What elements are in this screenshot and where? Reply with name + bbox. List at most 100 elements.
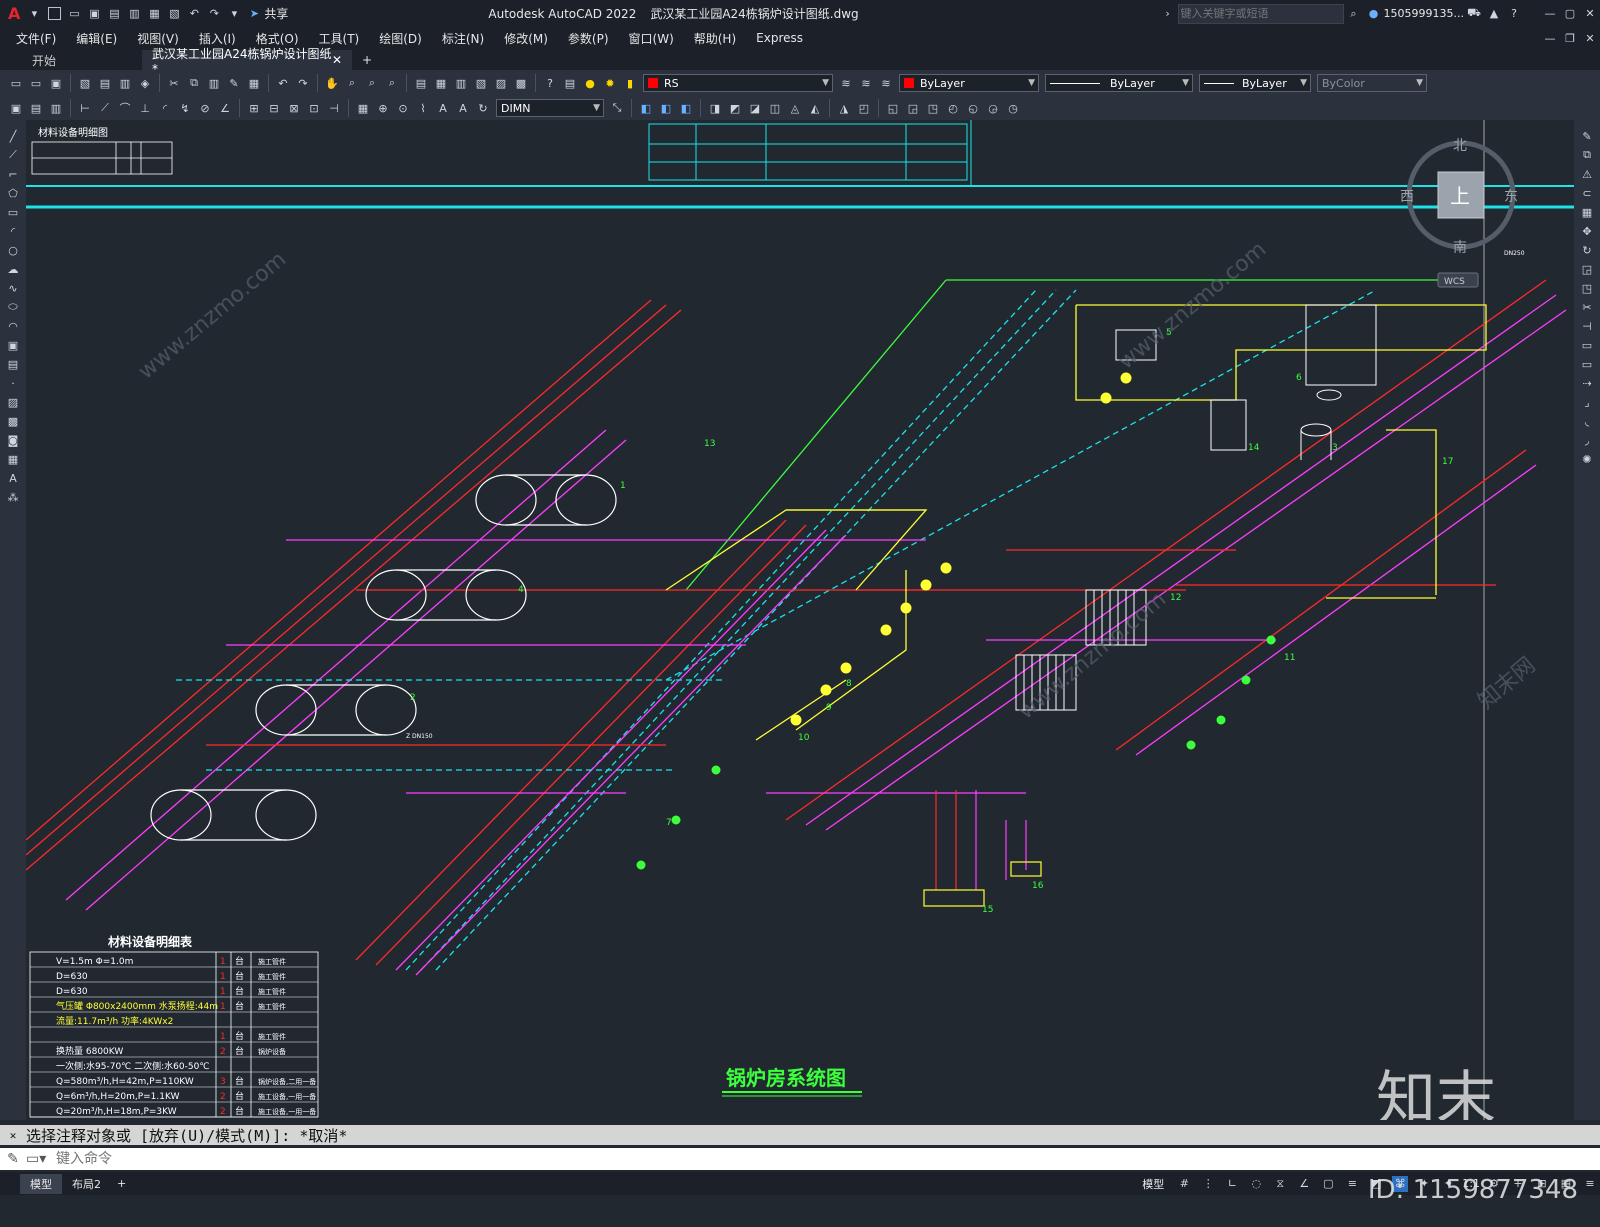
redo-icon[interactable]: ↷ bbox=[206, 6, 222, 22]
rectangle-icon[interactable]: ▭ bbox=[5, 204, 21, 220]
command-line[interactable]: ✎ ▭▾ bbox=[0, 1148, 1600, 1170]
angular-dim-icon[interactable]: ∠ bbox=[217, 100, 233, 116]
linetype-dropdown[interactable]: ByLayer ▼ bbox=[1045, 74, 1193, 92]
doc-minimize-icon[interactable]: — bbox=[1542, 30, 1558, 46]
tb2-icon-17[interactable]: ◳ bbox=[925, 100, 941, 116]
insert-block-icon[interactable]: ▣ bbox=[5, 337, 21, 353]
tab-layout2[interactable]: 布局2 bbox=[62, 1174, 111, 1194]
tb2-icon-4[interactable]: ◧ bbox=[638, 100, 654, 116]
copy-icon[interactable]: ⧉ bbox=[186, 75, 202, 91]
viewcube-east[interactable]: 东 bbox=[1504, 189, 1518, 205]
sheet-set-icon[interactable]: ▧ bbox=[473, 75, 489, 91]
tb2-icon-1[interactable]: ▣ bbox=[8, 100, 24, 116]
quick-access-chevron-icon[interactable]: ▾ bbox=[226, 6, 242, 22]
linear-dim-icon[interactable]: ⊢ bbox=[77, 100, 93, 116]
region-icon[interactable]: ◙ bbox=[5, 432, 21, 448]
line-icon[interactable]: ╱ bbox=[5, 128, 21, 144]
add-layout-button[interactable]: + bbox=[111, 1175, 132, 1192]
grid-icon[interactable]: # bbox=[1176, 1176, 1192, 1192]
user-name[interactable]: 1505999135... bbox=[1384, 7, 1464, 20]
blend-icon[interactable]: ◞ bbox=[1579, 432, 1595, 448]
autodesk-apps-icon[interactable]: ▲ bbox=[1486, 6, 1502, 22]
publish-tb-icon[interactable]: ▥ bbox=[117, 75, 133, 91]
close-icon[interactable]: ✕ bbox=[1582, 6, 1598, 22]
zoom-previous-icon[interactable]: ⌕ bbox=[384, 75, 400, 91]
ellipse-icon[interactable]: ⬭ bbox=[5, 299, 21, 315]
revcloud-icon[interactable]: ☁ bbox=[5, 261, 21, 277]
layer-dropdown[interactable]: RS ▼ bbox=[643, 74, 833, 92]
add-selected-icon[interactable]: ⁂ bbox=[5, 489, 21, 505]
properties-icon[interactable]: ▤ bbox=[413, 75, 429, 91]
diameter-dim-icon[interactable]: ⊘ bbox=[197, 100, 213, 116]
center-mark-icon[interactable]: ⊕ bbox=[375, 100, 391, 116]
break-icon[interactable]: ▭ bbox=[1579, 356, 1595, 372]
undo-tb-icon[interactable]: ↶ bbox=[275, 75, 291, 91]
open-icon[interactable]: ▭ bbox=[28, 75, 44, 91]
viewcube-top[interactable]: 上 bbox=[1450, 184, 1470, 208]
spline-icon[interactable]: ∿ bbox=[5, 280, 21, 296]
tb2-icon-16[interactable]: ◲ bbox=[905, 100, 921, 116]
array-icon[interactable]: ▦ bbox=[1579, 204, 1595, 220]
tb2-icon-10[interactable]: ◫ bbox=[767, 100, 783, 116]
osnap-icon[interactable]: ▢ bbox=[1320, 1176, 1336, 1192]
dimedit-icon[interactable]: A bbox=[435, 100, 451, 116]
save-icon[interactable]: ▣ bbox=[86, 6, 102, 22]
ortho-icon[interactable]: ∟ bbox=[1224, 1176, 1240, 1192]
open-file-icon[interactable]: ▭ bbox=[66, 6, 82, 22]
menu-draw[interactable]: 绘图(D) bbox=[369, 30, 432, 47]
point-icon[interactable]: · bbox=[5, 375, 21, 391]
polyline-icon[interactable]: ⌐ bbox=[5, 166, 21, 182]
snap-icon[interactable]: ⋮ bbox=[1200, 1176, 1216, 1192]
join-icon[interactable]: ⇢ bbox=[1579, 375, 1595, 391]
dim-break-icon[interactable]: ⊣ bbox=[326, 100, 342, 116]
qnew-icon[interactable]: ▭ bbox=[8, 75, 24, 91]
viewcube-south[interactable]: 南 bbox=[1453, 240, 1467, 256]
jogged-dim-icon[interactable]: ↯ bbox=[177, 100, 193, 116]
tb2-icon-8[interactable]: ◩ bbox=[727, 100, 743, 116]
construction-line-icon[interactable]: ⟋ bbox=[5, 147, 21, 163]
search-expand-icon[interactable]: › bbox=[1160, 6, 1176, 22]
redo-tb-icon[interactable]: ↷ bbox=[295, 75, 311, 91]
autocad-logo-icon[interactable]: A bbox=[8, 4, 20, 23]
model-space-toggle[interactable]: 模型 bbox=[1142, 1176, 1164, 1192]
mirror-icon[interactable]: ⚠ bbox=[1579, 166, 1595, 182]
tb2-icon-6[interactable]: ◧ bbox=[678, 100, 694, 116]
wcs-menu[interactable]: WCS bbox=[1444, 277, 1465, 287]
make-current-layer-icon[interactable]: ≋ bbox=[838, 75, 854, 91]
break-at-point-icon[interactable]: ▭ bbox=[1579, 337, 1595, 353]
publish-icon[interactable]: ▦ bbox=[146, 6, 162, 22]
color-dropdown[interactable]: ByLayer ▼ bbox=[899, 74, 1039, 92]
tool-palettes-icon[interactable]: ▥ bbox=[453, 75, 469, 91]
move-icon[interactable]: ✥ bbox=[1579, 223, 1595, 239]
stretch-icon[interactable]: ◳ bbox=[1579, 280, 1595, 296]
trim-icon[interactable]: ✂ bbox=[1579, 299, 1595, 315]
doc-restore-icon[interactable]: ❐ bbox=[1562, 30, 1578, 46]
chamfer-icon[interactable]: ⌟ bbox=[1579, 394, 1595, 410]
menu-express[interactable]: Express bbox=[746, 31, 813, 45]
tb2-icon-20[interactable]: ◶ bbox=[985, 100, 1001, 116]
ellipse-arc-icon[interactable]: ◠ bbox=[5, 318, 21, 334]
rotate-icon[interactable]: ↻ bbox=[1579, 242, 1595, 258]
new-tab-button[interactable]: + bbox=[352, 50, 382, 70]
command-input[interactable] bbox=[54, 1150, 958, 1168]
dim-style-manager-icon[interactable]: ⤡ bbox=[609, 100, 625, 116]
user-icon[interactable]: ● bbox=[1366, 6, 1382, 22]
paste-icon[interactable]: ▥ bbox=[206, 75, 222, 91]
menu-parametric[interactable]: 参数(P) bbox=[558, 30, 619, 47]
undo-icon[interactable]: ↶ bbox=[186, 6, 202, 22]
command-recent-icon[interactable]: ▭▾ bbox=[26, 1151, 54, 1167]
tb2-icon-7[interactable]: ◨ bbox=[707, 100, 723, 116]
viewcube[interactable]: 上 北 南 西 东 WCS bbox=[1400, 138, 1518, 288]
gradient-icon[interactable]: ▩ bbox=[5, 413, 21, 429]
tb2-icon-2[interactable]: ▤ bbox=[28, 100, 44, 116]
circle-icon[interactable]: ○ bbox=[5, 242, 21, 258]
inspection-icon[interactable]: ⊙ bbox=[395, 100, 411, 116]
share-button[interactable]: 共享 bbox=[264, 5, 288, 22]
search-icon[interactable]: ⌕ bbox=[1346, 6, 1362, 22]
print-icon[interactable]: ▧ bbox=[166, 6, 182, 22]
customize-menu-icon[interactable]: ≡ bbox=[1582, 1176, 1598, 1192]
tab-active-drawing[interactable]: 武汉某工业园A24栋锅炉设计图纸* ✕ bbox=[142, 47, 352, 76]
tb2-icon-13[interactable]: ◮ bbox=[836, 100, 852, 116]
tab-start[interactable]: 开始 bbox=[22, 50, 142, 70]
tb2-icon-3[interactable]: ▥ bbox=[48, 100, 64, 116]
